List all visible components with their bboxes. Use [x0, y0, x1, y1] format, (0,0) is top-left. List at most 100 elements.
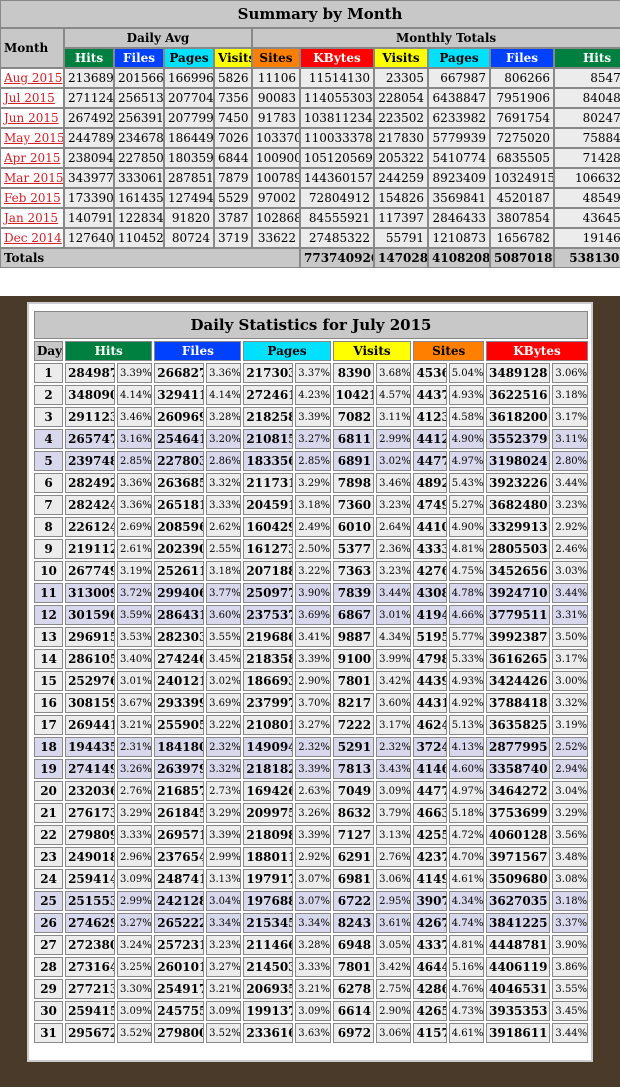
daily-value: 218098	[243, 825, 294, 845]
daily-percent: 3.13%	[376, 825, 412, 845]
daily-percent: 3.19%	[552, 715, 588, 735]
daily-value: 218358	[243, 649, 294, 669]
daily-value: 3622516	[486, 385, 551, 405]
summary-value: 166996	[164, 68, 214, 88]
day-number: 21	[34, 803, 64, 823]
daily-percent: 3.36%	[116, 495, 153, 515]
summary-row: Jan 2015 140791 122834 91820 3787 102868 84555…	[0, 208, 620, 228]
daily-percent: 3.39%	[295, 649, 331, 669]
summary-value: 127494	[164, 188, 214, 208]
daily-percent: 3.69%	[206, 693, 242, 713]
day-number: 12	[34, 605, 64, 625]
month-link[interactable]: Dec 2014	[4, 231, 62, 245]
summary-value: 343977	[64, 168, 114, 188]
month-link[interactable]: Feb 2015	[4, 191, 61, 205]
daily-percent: 3.20%	[206, 429, 242, 449]
daily-value: 4194	[413, 605, 447, 625]
daily-value: 7127	[332, 825, 375, 845]
daily-row: 13 296915 3.53% 282303 3.55% 219686 3.41% 9887 4…	[34, 627, 588, 647]
month-link[interactable]: Aug 2015	[4, 71, 62, 85]
daily-percent: 3.21%	[295, 979, 331, 999]
summary-value: 238094	[64, 148, 114, 168]
daily-value: 3509680	[486, 869, 551, 889]
day-number: 17	[34, 715, 64, 735]
daily-percent: 4.74%	[448, 913, 484, 933]
daily-value: 4333	[413, 539, 447, 559]
summary-value: 3719	[214, 228, 252, 248]
summary-value: 234678	[114, 128, 164, 148]
daily-row: 10 267749 3.19% 252611 3.18% 207188 3.22% 7363 3…	[34, 561, 588, 581]
month-link[interactable]: Mar 2015	[4, 171, 63, 185]
daily-value: 279809	[65, 825, 115, 845]
daily-value: 4406119	[486, 957, 551, 977]
summary-value: 6835505	[490, 148, 554, 168]
total-value: 50870189	[490, 248, 554, 268]
summary-value: 102868	[252, 208, 300, 228]
daily-value: 4267	[413, 913, 447, 933]
month-link[interactable]: Jun 2015	[4, 111, 59, 125]
daily-percent: 2.32%	[295, 737, 331, 757]
totals-label: Totals	[0, 248, 300, 268]
summary-title: Summary by Month	[0, 0, 620, 28]
daily-value: 4157	[413, 1023, 447, 1043]
daily-value: 4337	[413, 935, 447, 955]
daily-percent: 4.81%	[448, 935, 484, 955]
daily-percent: 2.94%	[552, 759, 588, 779]
daily-row: 2 348090 4.14% 329411 4.14% 272461 4.23% 10421 4…	[34, 385, 588, 405]
summary-value: 4364535	[554, 208, 620, 228]
daily-value: 4286	[413, 979, 447, 999]
daily-percent: 5.27%	[448, 495, 484, 515]
daily-percent: 2.85%	[116, 451, 153, 471]
daily-percent: 3.23%	[552, 495, 588, 515]
daily-col-pages: Pages	[243, 341, 331, 361]
daily-value: 3424426	[486, 671, 551, 691]
daily-value: 3779511	[486, 605, 551, 625]
daily-value: 7813	[332, 759, 375, 779]
daily-value: 3971567	[486, 847, 551, 867]
month-link[interactable]: Jul 2015	[4, 91, 55, 105]
summary-value: 91783	[252, 108, 300, 128]
daily-value: 4123	[413, 407, 447, 427]
summary-value: 110452	[114, 228, 164, 248]
daily-percent: 3.32%	[552, 693, 588, 713]
daily-value: 4798	[413, 649, 447, 669]
daily-value: 218258	[243, 407, 294, 427]
daily-percent: 4.34%	[448, 891, 484, 911]
daily-value: 4624	[413, 715, 447, 735]
month-link[interactable]: Apr 2015	[4, 151, 60, 165]
daily-value: 272461	[243, 385, 294, 405]
daily-value: 216857	[154, 781, 205, 801]
summary-value: 271124	[64, 88, 114, 108]
daily-percent: 4.70%	[448, 847, 484, 867]
daily-value: 260101	[154, 957, 205, 977]
summary-value: 8404857	[554, 88, 620, 108]
month-link[interactable]: May 2015	[4, 131, 63, 145]
daily-percent: 3.28%	[295, 935, 331, 955]
summary-value: 114055303	[300, 88, 374, 108]
daily-value: 291123	[65, 407, 115, 427]
daily-table: Daily Statistics for July 2015 Day Hits F…	[32, 309, 590, 1045]
day-number: 18	[34, 737, 64, 757]
daily-row: 25 251553 2.99% 242128 3.04% 197688 3.07% 6722 2…	[34, 891, 588, 911]
daily-percent: 3.60%	[376, 693, 412, 713]
daily-row: 11 313009 3.72% 299406 3.77% 250977 3.90% 7839 3…	[34, 583, 588, 603]
day-number: 14	[34, 649, 64, 669]
daily-row: 22 279809 3.33% 269571 3.39% 218098 3.39% 7127 3…	[34, 825, 588, 845]
month-link[interactable]: Jan 2015	[4, 211, 58, 225]
daily-percent: 3.63%	[295, 1023, 331, 1043]
daily-percent: 2.73%	[206, 781, 242, 801]
summary-value: 55791	[374, 228, 428, 248]
daily-value: 8390	[332, 363, 375, 383]
daily-percent: 2.69%	[116, 517, 153, 537]
daily-percent: 4.61%	[448, 869, 484, 889]
daily-percent: 4.93%	[448, 671, 484, 691]
daily-value: 6981	[332, 869, 375, 889]
daily-row: 3 291123 3.46% 260969 3.28% 218258 3.39% 7082 3.…	[34, 407, 588, 427]
daily-percent: 3.39%	[295, 407, 331, 427]
daily-value: 10421	[332, 385, 375, 405]
daily-value: 9100	[332, 649, 375, 669]
daily-value: 4060128	[486, 825, 551, 845]
daily-value: 4046531	[486, 979, 551, 999]
summary-row: Mar 2015 343977 333061 287851 7879 100789 1443…	[0, 168, 620, 188]
monthly-col-pages: Pages	[428, 48, 490, 68]
